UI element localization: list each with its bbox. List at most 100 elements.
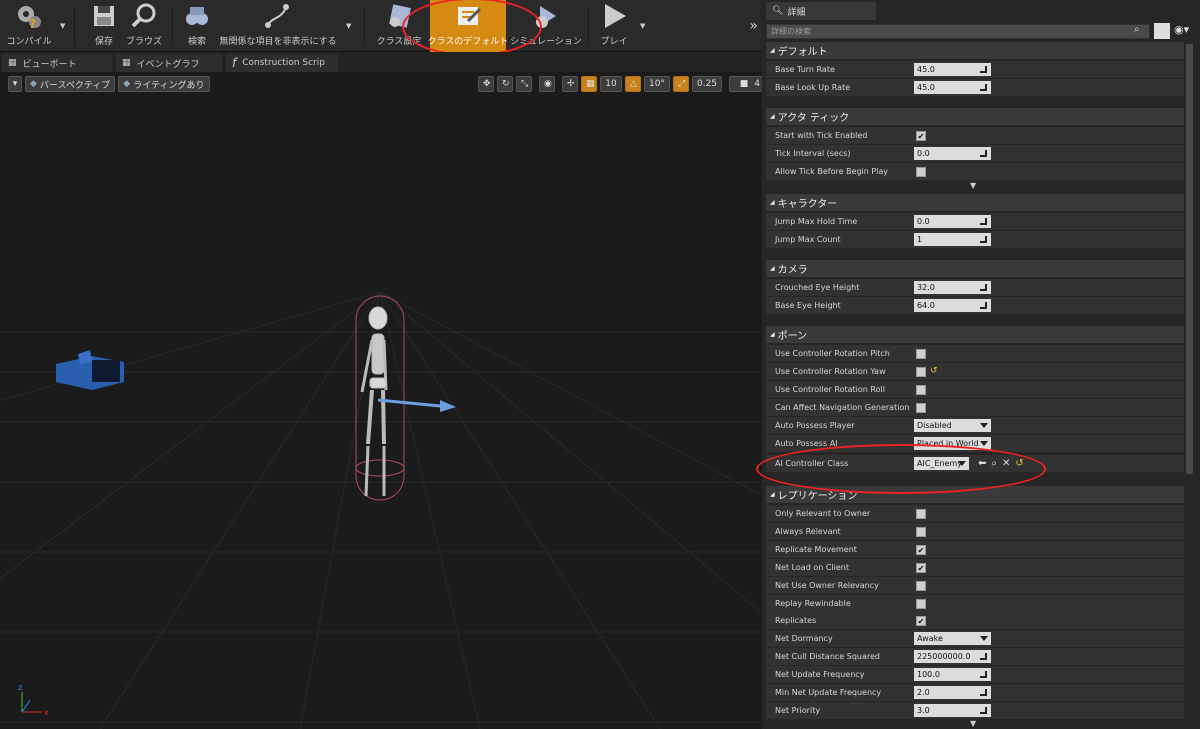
property-number-field[interactable]: 3.0 — [914, 703, 991, 717]
scale-snap-icon[interactable]: ⤢ — [673, 76, 689, 92]
collapse-arrow-icon: ◢ — [770, 331, 775, 338]
property-row: Base Turn Rate 45.0 — [766, 61, 1184, 78]
property-row: Always Relevant — [766, 522, 1184, 540]
property-checkbox[interactable]: ✔ — [916, 544, 926, 555]
collapse-arrow-icon: ◢ — [770, 199, 775, 206]
property-label: Replay Rewindable — [775, 598, 851, 608]
toolbar-divider — [172, 6, 173, 46]
play-options-dropdown[interactable]: ▼ — [640, 22, 645, 30]
property-row: Min Net Update Frequency 2.0 — [766, 684, 1184, 701]
property-checkbox[interactable] — [916, 402, 926, 413]
world-local-icon[interactable]: ◉ — [539, 76, 555, 92]
property-checkbox[interactable]: ✔ — [916, 562, 926, 573]
property-row: Can Affect Navigation Generation — [766, 398, 1184, 416]
property-number-field[interactable]: 45.0 — [914, 80, 991, 94]
tab-viewport[interactable]: ▦ ビューポート — [2, 54, 112, 72]
save-button[interactable]: 保存 — [86, 0, 122, 52]
find-icon — [181, 1, 213, 31]
scale-icon[interactable]: ⤡ — [516, 76, 532, 92]
property-number-field[interactable]: 1 — [914, 232, 991, 246]
compile-options-dropdown[interactable]: ▼ — [60, 22, 65, 30]
property-checkbox[interactable] — [916, 580, 926, 591]
rotation-snap-value[interactable]: 10° — [644, 76, 670, 92]
grid-snap-icon[interactable]: ▦ — [581, 76, 597, 92]
property-number-field[interactable]: 32.0 — [914, 281, 991, 294]
viewport-panel[interactable]: x z ▾ ◆ パースペクティブ ◆ ライティングあり ✥ ↻ ⤡ ◉ ✢ ▦ … — [0, 72, 762, 729]
lighting-button[interactable]: ◆ ライティングあり — [118, 76, 210, 92]
compile-button[interactable]: ? コンパイル — [4, 0, 54, 52]
advanced-expander-icon[interactable]: ▼ — [970, 181, 976, 190]
property-number-field[interactable]: 64.0 — [914, 298, 991, 312]
property-number-field[interactable]: 100.0 — [914, 668, 991, 682]
camera-actor[interactable] — [56, 350, 124, 390]
lighting-label: ライティングあり — [133, 80, 205, 91]
tab-event-graph[interactable]: ▦ イベントグラフ — [116, 54, 222, 72]
details-scrollbar[interactable] — [1186, 44, 1193, 474]
play-button[interactable]: プレイ — [596, 0, 632, 52]
property-label: Always Relevant — [775, 526, 841, 536]
property-row: Tick Interval (secs) 0.0 — [766, 144, 1184, 162]
visibility-eye-icon[interactable]: ◉▾ — [1174, 23, 1189, 36]
section-header[interactable]: ◢ カメラ — [766, 260, 1184, 277]
details-search-input[interactable]: 詳細の検索 — [766, 24, 1150, 39]
toolbar-divider — [74, 6, 75, 46]
section-header[interactable]: ◢ ポーン — [766, 326, 1184, 343]
property-checkbox[interactable] — [916, 526, 926, 537]
section-header[interactable]: ◢ デフォルト — [766, 42, 1184, 59]
reset-yaw-icon[interactable]: ↺ — [930, 366, 938, 376]
grid-snap-value[interactable]: 10 — [600, 76, 622, 92]
search-icon[interactable]: ⌕ — [1134, 24, 1140, 35]
tab-details[interactable]: 🔍︎ 詳細 — [766, 2, 876, 20]
hide-unrelated-button[interactable]: 無関係な項目を非表示にする — [218, 0, 338, 52]
play-icon — [598, 1, 630, 31]
property-number-field[interactable]: 0.0 — [914, 215, 991, 228]
advanced-expander-icon-2[interactable]: ▼ — [970, 719, 976, 728]
scale-snap-value[interactable]: 0.25 — [692, 76, 722, 92]
property-label: Net Priority — [775, 705, 821, 715]
property-checkbox[interactable]: ✔ — [916, 131, 926, 141]
property-dropdown[interactable]: Disabled — [914, 418, 991, 432]
rotate-icon[interactable]: ↻ — [497, 76, 513, 92]
property-row: Only Relevant to Owner — [766, 505, 1184, 522]
property-checkbox[interactable]: ✔ — [916, 616, 926, 627]
property-checkbox[interactable] — [916, 598, 926, 609]
property-label: Use Controller Rotation Roll — [775, 384, 885, 394]
section-header[interactable]: ◢ アクタ ティック — [766, 108, 1184, 125]
property-checkbox[interactable] — [916, 384, 926, 395]
details-panel: 🔍︎ 詳細 詳細の検索 ⌕ ◉▾ ◢ デフォルト Base Turn Rate 45.… — [756, 0, 1200, 729]
property-row: Replicates ✔ — [766, 612, 1184, 630]
find-button[interactable]: 検索 — [180, 0, 214, 52]
property-number-field[interactable]: 2.0 — [914, 686, 991, 699]
property-label: Net Load on Client — [775, 562, 849, 572]
property-number-field[interactable]: 225000000.0 — [914, 650, 991, 664]
tab-construction-script[interactable]: f Construction Scrip — [226, 54, 338, 72]
section-header[interactable]: ◢ キャラクター — [766, 194, 1184, 211]
property-row: Net Cull Distance Squared 225000000.0 — [766, 648, 1184, 666]
tab-event-graph-label: イベントグラフ — [136, 59, 200, 70]
hide-unrelated-dropdown[interactable]: ▼ — [346, 22, 351, 30]
property-number-field[interactable]: 0.0 — [914, 146, 991, 160]
hide-unrelated-icon — [262, 1, 294, 31]
transform-toolbar: ✥ ↻ ⤡ ◉ ✢ ▦ 10 △ 10° ⤢ 0.25 ■ 4 — [478, 76, 762, 92]
perspective-button[interactable]: ◆ パースペクティブ — [25, 76, 116, 92]
browse-button[interactable]: ブラウズ — [124, 0, 164, 52]
rotation-snap-icon[interactable]: △ — [625, 76, 641, 92]
surface-snap-icon[interactable]: ✢ — [562, 76, 578, 92]
property-checkbox[interactable] — [916, 509, 926, 519]
property-number-field[interactable]: 45.0 — [914, 63, 991, 76]
toolbar-overflow-icon[interactable]: » — [749, 18, 758, 34]
property-checkbox[interactable] — [916, 166, 926, 177]
viewport-menu-dropdown[interactable]: ▾ — [8, 76, 22, 92]
property-dropdown[interactable]: Awake — [914, 632, 991, 646]
property-row: Auto Possess Player Disabled — [766, 416, 1184, 434]
property-label: Crouched Eye Height — [775, 283, 860, 292]
camera-speed-value: 4 — [754, 79, 760, 89]
translate-icon[interactable]: ✥ — [478, 76, 494, 92]
compile-label: コンパイル — [6, 37, 52, 47]
camera-speed-button[interactable]: ■ 4 — [729, 76, 762, 92]
play-label: プレイ — [600, 37, 628, 47]
property-checkbox[interactable] — [916, 366, 926, 377]
property-checkbox[interactable] — [916, 349, 926, 359]
property-row: Net Load on Client ✔ — [766, 558, 1184, 576]
property-matrix-icon[interactable] — [1154, 23, 1170, 39]
